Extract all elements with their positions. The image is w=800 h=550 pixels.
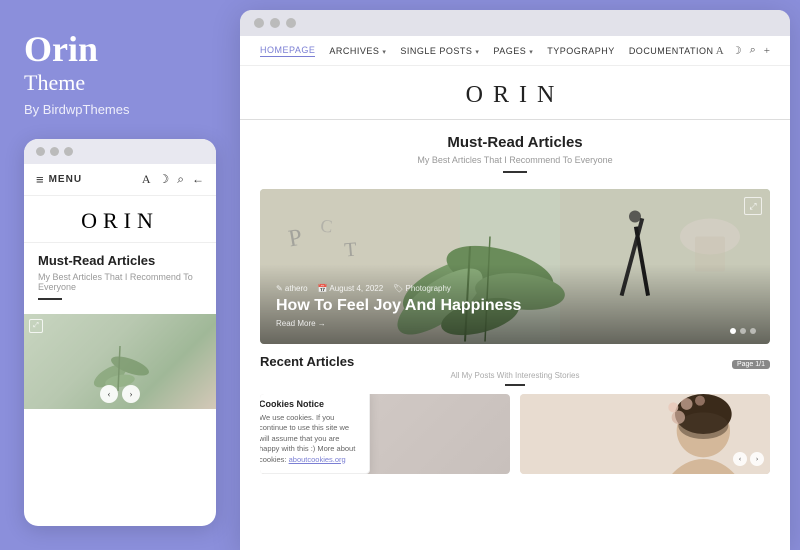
mobile-dot-3 [64,147,73,156]
brand-title: Orin [24,30,216,70]
nav-documentation[interactable]: DOCUMENTATION [629,46,714,56]
hamburger-icon: ≡ [36,172,45,187]
archives-arrow: ▾ [382,49,386,56]
mobile-expand-icon[interactable]: ⤢ [29,319,43,333]
nav-typography[interactable]: TYPOGRAPHY [547,46,615,56]
mobile-carousel-arrows: ‹ › [100,385,140,403]
featured-dot-2 [740,328,746,334]
site-nav-icons: A ☽ ⌕ + [716,44,770,57]
featured-post-meta: ✎ athero 📅 August 4, 2022 🏷 Photography [276,284,754,293]
mobile-back-icon[interactable]: ← [192,172,204,187]
featured-post-title: How To Feel Joy And Happiness [276,297,754,315]
mobile-preview-card: ≡ MENU A ☽ ⌕ ← ORIN Must-Read Articles M… [24,139,216,526]
recent-title: Recent Articles [260,354,354,369]
mobile-logo-area: ORIN [24,196,216,243]
site-dark-mode-icon[interactable]: ☽ [732,44,742,57]
mobile-logo: ORIN [32,208,208,234]
nav-pages[interactable]: PAGES ▾ [493,46,533,56]
cookies-link[interactable]: aboutcookies.org [289,455,346,464]
featured-author: ✎ athero [276,284,308,293]
recent-articles-grid: Cookies Notice We use cookies. If you co… [260,394,770,474]
mobile-dot-1 [36,147,45,156]
mobile-prev-arrow[interactable]: ‹ [100,385,118,403]
nav-homepage[interactable]: HOMEPAGE [260,45,315,57]
card-nav-arrows: ‹ › [733,452,764,466]
recent-section: Recent Articles Page 1/1 All My Posts Wi… [240,344,790,550]
nav-archives[interactable]: ARCHIVES ▾ [329,46,386,56]
mobile-divider [38,298,62,300]
featured-expand-icon[interactable]: ⤢ [744,197,762,215]
brand-subtitle: Theme [24,70,216,96]
mobile-font-icon[interactable]: A [142,172,151,187]
cookies-notice-text: We use cookies. If you continue to use t… [260,413,361,466]
featured-image-container: P C T ✎ athero 📅 August 4, 2022 🏷 Photog… [260,189,770,344]
mobile-search-icon[interactable]: ⌕ [177,172,184,187]
featured-read-more[interactable]: Read More → [276,319,754,328]
left-panel: Orin Theme By BirdwpThemes ≡ MENU A ☽ ⌕ … [0,0,240,550]
site-search-icon[interactable]: ⌕ [750,44,756,57]
mobile-nav: ≡ MENU A ☽ ⌕ ← [24,164,216,196]
cookies-notice: Cookies Notice We use cookies. If you co… [260,394,370,474]
browser-window: HOMEPAGE ARCHIVES ▾ SINGLE POSTS ▾ PAGES… [240,10,790,550]
site-logo: ORIN [260,82,770,109]
cookies-notice-title: Cookies Notice [260,399,361,409]
site-header: ORIN [240,66,790,120]
card-prev-arrow[interactable]: ‹ [733,452,747,466]
brand-by: By BirdwpThemes [24,102,216,117]
browser-dot-3 [286,18,296,28]
featured-dot-3 [750,328,756,334]
site-font-icon[interactable]: A [716,45,724,57]
site-nav: HOMEPAGE ARCHIVES ▾ SINGLE POSTS ▾ PAGES… [240,36,790,66]
recent-divider [505,384,525,386]
hero-title: Must-Read Articles [260,134,770,151]
browser-dot-2 [270,18,280,28]
hero-section: Must-Read Articles My Best Articles That… [240,120,790,189]
svg-text:C: C [320,216,334,237]
card-next-arrow[interactable]: › [750,452,764,466]
mobile-section-title: Must-Read Articles [38,253,202,268]
mobile-dot-2 [50,147,59,156]
pages-arrow: ▾ [529,49,533,56]
mobile-next-arrow[interactable]: › [122,385,140,403]
recent-card-2: ‹ › [520,394,770,474]
svg-text:T: T [344,238,358,261]
featured-overlay: ✎ athero 📅 August 4, 2022 🏷 Photography … [260,264,770,344]
mobile-featured-image: ⤢ ‹ › [24,314,216,409]
hero-divider [503,171,527,173]
nav-single-posts[interactable]: SINGLE POSTS ▾ [400,46,479,56]
featured-date: 📅 August 4, 2022 [318,284,384,293]
mobile-menu-label: MENU [49,174,82,185]
single-posts-arrow: ▾ [475,49,479,56]
site-nav-links: HOMEPAGE ARCHIVES ▾ SINGLE POSTS ▾ PAGES… [260,45,713,57]
mobile-content: Must-Read Articles My Best Articles That… [24,243,216,314]
mobile-dark-mode-icon[interactable]: ☽ [159,172,170,187]
page-badge: Page 1/1 [732,360,770,369]
recent-card-1: Cookies Notice We use cookies. If you co… [260,394,510,474]
browser-content: HOMEPAGE ARCHIVES ▾ SINGLE POSTS ▾ PAGES… [240,36,790,550]
featured-category: 🏷 Photography [393,284,451,293]
mobile-section-sub: My Best Articles That I Recommend To Eve… [38,272,202,292]
mobile-card-top-bar [24,139,216,164]
site-plus-icon[interactable]: + [764,45,770,57]
recent-subtitle: All My Posts With Interesting Stories [260,371,770,380]
mobile-nav-icons: A ☽ ⌕ ← [142,172,204,187]
featured-dot-1 [730,328,736,334]
browser-dot-1 [254,18,264,28]
recent-header: Recent Articles Page 1/1 [260,354,770,369]
hero-subtitle: My Best Articles That I Recommend To Eve… [260,155,770,165]
browser-bar [240,10,790,36]
mobile-menu-button[interactable]: ≡ MENU [36,172,82,187]
featured-carousel-dots [730,328,756,334]
